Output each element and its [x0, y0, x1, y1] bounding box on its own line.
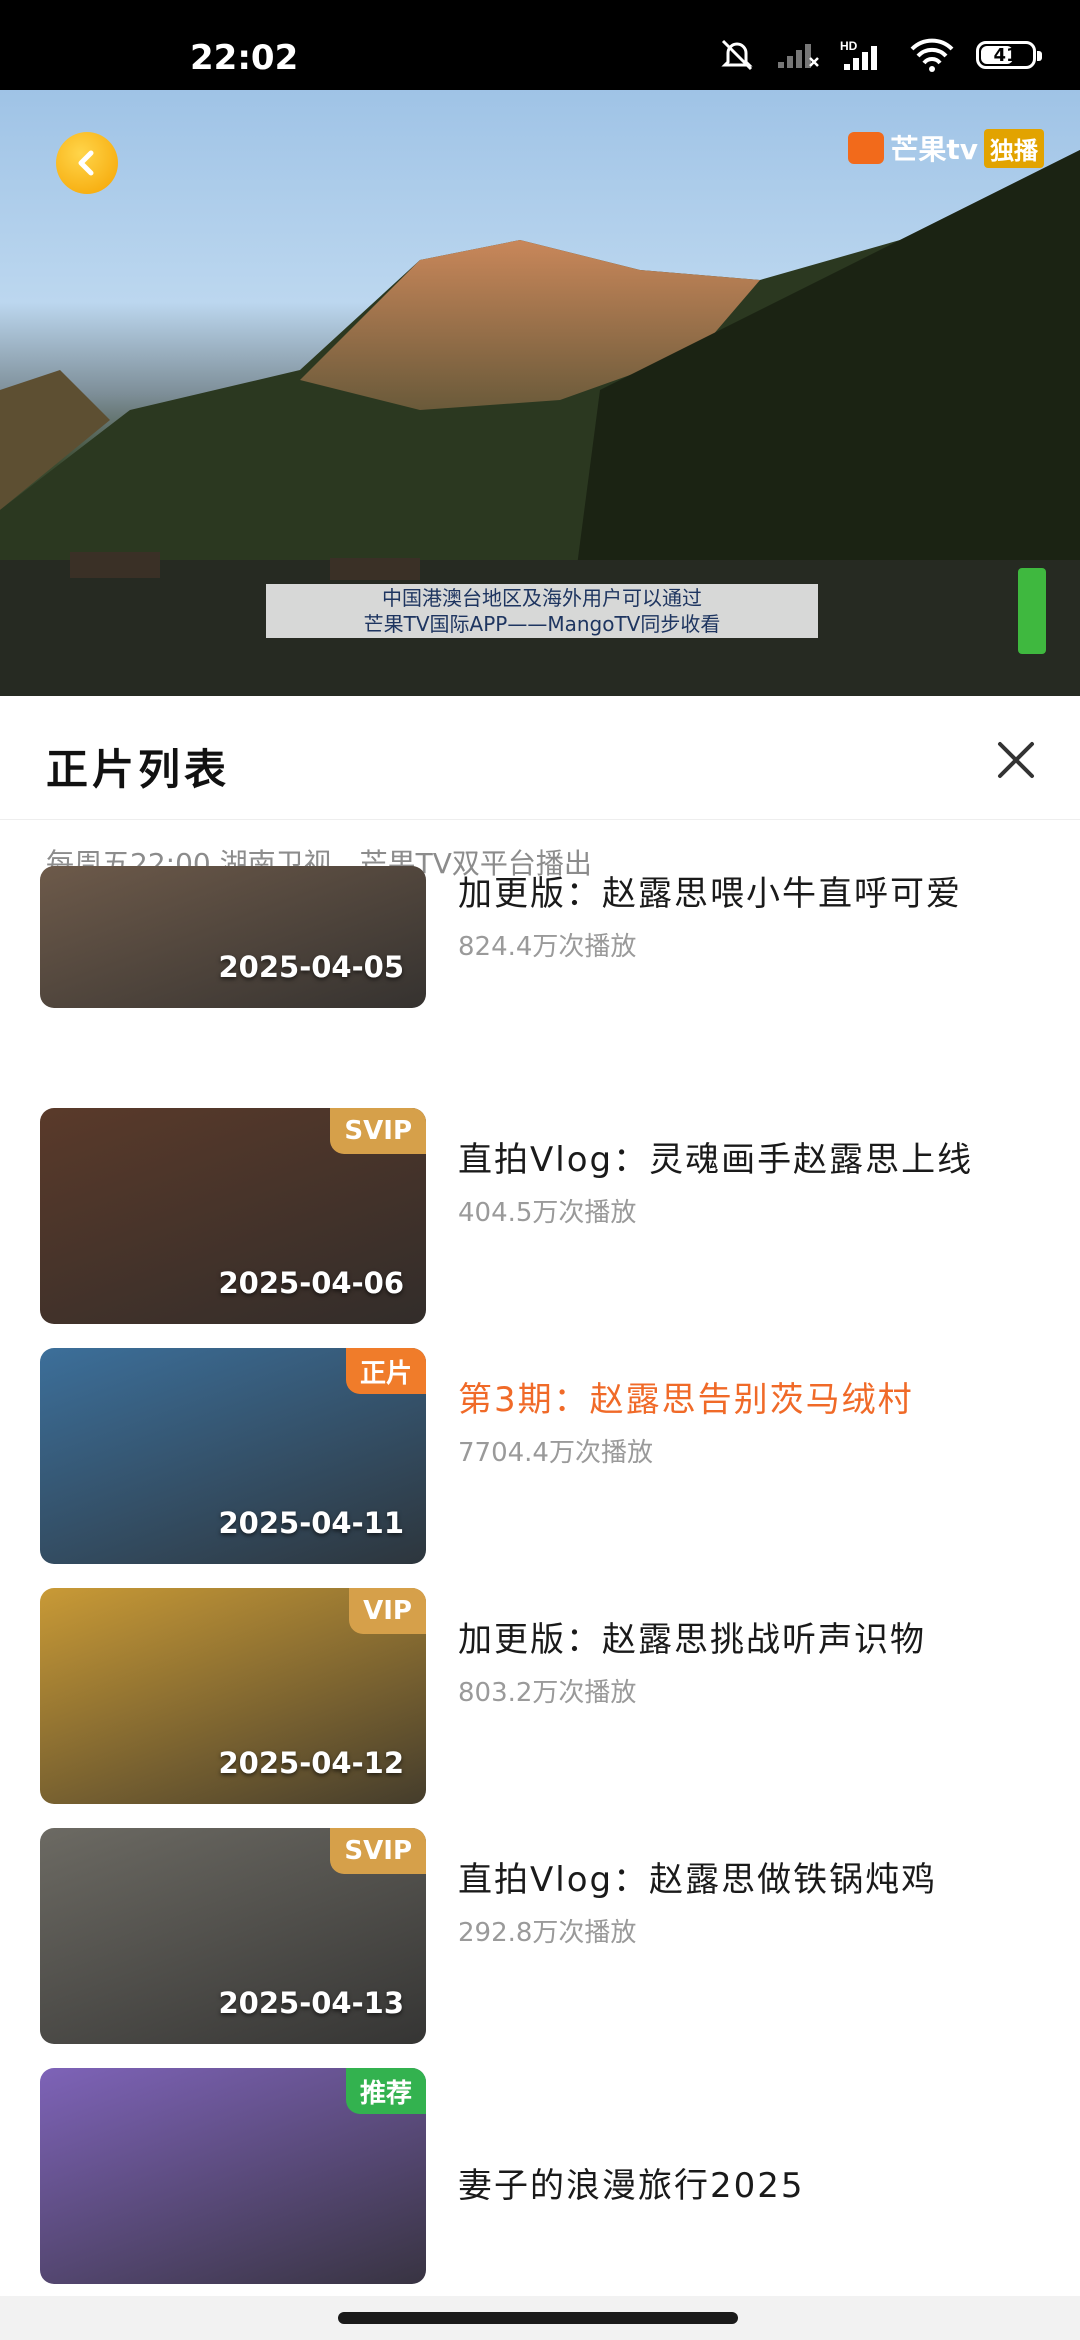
- episode-title: 加更版：赵露思挑战听声识物: [458, 1620, 926, 1660]
- episode-date: 2025-04-13: [218, 1986, 405, 2020]
- episode-badge: SVIP: [330, 1108, 426, 1154]
- episode-thumbnail: SVIP 2025-04-06: [40, 1108, 426, 1324]
- episode-date: 2025-04-06: [218, 1266, 405, 1300]
- episode-date: 2025-04-11: [218, 1506, 405, 1540]
- episode-title: 第3期：赵露思告别茨马绒村: [458, 1380, 914, 1420]
- mute-bell-icon: [718, 36, 756, 74]
- episode-play-count: 292.8万次播放: [458, 1918, 637, 1948]
- chevron-left-icon: [78, 150, 94, 176]
- episode-thumbnail: 推荐: [40, 2068, 426, 2284]
- episode-play-count: 7704.4万次播放: [458, 1438, 653, 1468]
- episode-thumbnail: SVIP 2025-04-13: [40, 1828, 426, 2044]
- episode-badge: VIP: [349, 1588, 426, 1634]
- video-subtitle: 中国港澳台地区及海外用户可以通过 芒果TV国际APP——MangoTV同步收看: [266, 584, 818, 638]
- episode-item[interactable]: SVIP 2025-04-06 直拍Vlog：灵魂画手赵露思上线 404.5万次播放: [0, 1108, 1080, 1324]
- episode-title: 直拍Vlog：灵魂画手赵露思上线: [458, 1140, 974, 1180]
- episode-date: 2025-04-05: [218, 950, 405, 984]
- episode-thumbnail: 正片 2025-04-11: [40, 1348, 426, 1564]
- episode-play-count: 803.2万次播放: [458, 1678, 637, 1708]
- episode-play-count: 824.4万次播放: [458, 932, 637, 962]
- svg-text:HD: HD: [840, 39, 858, 53]
- episode-item[interactable]: SVIP 2025-04-13 直拍Vlog：赵露思做铁锅炖鸡 292.8万次播放: [0, 1828, 1080, 2044]
- channel-logo: 芒果tv 独播: [848, 128, 1044, 168]
- close-icon: [998, 742, 1034, 778]
- status-time: 22:02: [190, 38, 299, 78]
- close-button[interactable]: [988, 732, 1044, 788]
- episode-title: 妻子的浪漫旅行2025: [458, 2166, 805, 2206]
- episode-item[interactable]: VIP 2025-04-12 加更版：赵露思挑战听声识物 803.2万次播放: [0, 1588, 1080, 1804]
- sheet-title: 正片列表: [46, 745, 231, 794]
- episode-list-header: 正片列表: [0, 696, 1080, 820]
- episode-play-count: 404.5万次播放: [458, 1198, 637, 1228]
- mango-logo-icon: [848, 132, 885, 164]
- status-bar: 22:02 HD 41: [0, 0, 1080, 90]
- episode-thumbnail: VIP 2025-04-12: [40, 1588, 426, 1804]
- episode-date: 2025-04-12: [218, 1746, 405, 1780]
- episode-title: 直拍Vlog：赵露思做铁锅炖鸡: [458, 1860, 938, 1900]
- home-indicator[interactable]: [338, 2312, 738, 2324]
- episode-item[interactable]: 正片 2025-04-11 第3期：赵露思告别茨马绒村 7704.4万次播放: [0, 1348, 1080, 1564]
- episode-badge: 正片: [345, 1348, 426, 1394]
- wifi-icon: [908, 37, 956, 73]
- exclusive-badge: 独播: [984, 128, 1044, 168]
- signal-off-icon: [776, 40, 820, 70]
- status-icons: HD 41: [718, 36, 1042, 74]
- episode-thumbnail: 2025-04-05: [40, 866, 426, 1008]
- episode-item[interactable]: 2025-04-05 加更版：赵露思喂小牛直呼可爱 824.4万次播放: [0, 866, 1080, 1008]
- back-button[interactable]: [56, 132, 118, 194]
- video-player[interactable]: 芒果tv 独播 中国港澳台地区及海外用户可以通过 芒果TV国际APP——Mang…: [0, 90, 1080, 696]
- channel-name: 芒果tv: [890, 133, 978, 166]
- episode-badge: SVIP: [330, 1828, 426, 1874]
- subtitle-line-1: 中国港澳台地区及海外用户可以通过: [382, 586, 702, 610]
- episode-badge: 推荐: [345, 2068, 426, 2114]
- battery-icon: 41: [976, 41, 1042, 69]
- subtitle-line-2: 芒果TV国际APP——MangoTV同步收看: [363, 612, 721, 636]
- episode-title: 加更版：赵露思喂小牛直呼可爱: [458, 874, 962, 914]
- side-tag: [1018, 568, 1046, 654]
- signal-hd-icon: HD: [840, 38, 888, 72]
- episode-item[interactable]: 推荐妻子的浪漫旅行2025: [0, 2068, 1080, 2284]
